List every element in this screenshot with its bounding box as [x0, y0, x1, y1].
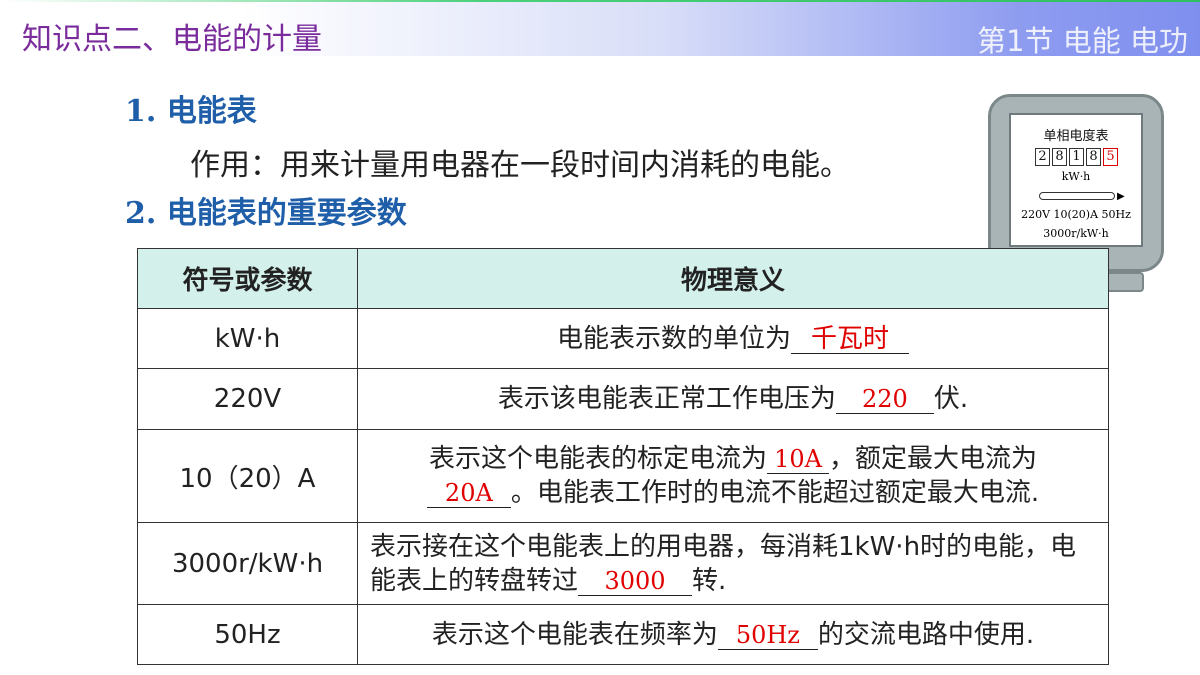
table-row: 50Hz 表示这个电能表在频率为 50Hz 的交流电路中使用. [137, 604, 1109, 665]
meaning-text-suffix: 。电能表工作时的电流不能超过额定最大电流. [510, 478, 1040, 508]
meter-digit: 1 [1069, 148, 1084, 166]
meaning-cell: 表示该电能表正常工作电压为 220 伏. [357, 368, 1109, 430]
meter-digit: 8 [1086, 148, 1101, 166]
meaning-cell: 表示接在这个电能表上的用电器，每消耗1kW·h时的电能，电能表上的转盘转过 300… [357, 522, 1109, 605]
answer-blank: 220 [835, 385, 934, 414]
meaning-cell: 电能表示数的单位为 千瓦时 [357, 308, 1109, 369]
symbol-cell: 10（20）A [137, 429, 358, 523]
meaning-text: 表示这个电能表的标定电流为 [428, 444, 767, 474]
meaning-text: 电能表示数的单位为 [556, 323, 791, 354]
electric-meter-illustration: 单相电度表 2 8 1 8 5 kW·h ▶ 220V 10(20)A 50Hz… [988, 94, 1164, 272]
answer-blank: 10A [767, 445, 829, 474]
symbol-cell: 50Hz [137, 604, 358, 665]
arrow-right-icon: ▶ [1117, 191, 1125, 202]
answer-blank: 20A [426, 479, 511, 508]
meter-spec-line1: 220V 10(20)A 50Hz [1021, 208, 1131, 221]
meter-title: 单相电度表 [1043, 129, 1109, 144]
meaning-text: 表示该电能表正常工作电压为 [497, 384, 836, 414]
meter-function-description: 作用：用来计量用电器在一段时间内消耗的电能。 [190, 148, 850, 183]
meaning-text-suffix: 伏. [933, 384, 969, 414]
heading-electric-meter: 1. 电能表 [125, 94, 257, 129]
answer-blank: 50Hz [717, 621, 818, 650]
meaning-text-middle: ，额定最大电流为 [829, 444, 1038, 474]
answer-blank: 3000 [578, 567, 693, 596]
meaning-cell: 表示这个电能表的标定电流为 10A ，额定最大电流为 20A 。电能表工作时的电流不能超… [357, 429, 1109, 523]
table-row: 3000r/kW·h 表示接在这个电能表上的用电器，每消耗1kW·h时的电能，电… [137, 522, 1109, 605]
meaning-text: 表示这个电能表在频率为 [431, 619, 718, 650]
table-row: 220V 表示该电能表正常工作电压为 220 伏. [137, 368, 1109, 430]
meter-digits: 2 8 1 8 5 [1035, 148, 1118, 166]
symbol-cell: 3000r/kW·h [137, 522, 358, 605]
meter-spec-line2: 3000r/kW·h [1043, 227, 1109, 240]
meter-rotor-icon [1039, 192, 1115, 200]
page-title: 知识点二、电能的计量 [22, 22, 322, 57]
symbol-cell: 220V [137, 368, 358, 430]
header-bar: 知识点二、电能的计量 第1节 电能 电功 [0, 0, 1200, 58]
header-accent-line [0, 0, 1200, 2]
column-header-symbol: 符号或参数 [137, 248, 358, 309]
symbol-cell: kW·h [137, 308, 358, 369]
meter-face: 单相电度表 2 8 1 8 5 kW·h ▶ 220V 10(20)A 50Hz… [1009, 113, 1143, 247]
meaning-text-suffix: 的交流电路中使用. [817, 619, 1035, 650]
table-row: 10（20）A 表示这个电能表的标定电流为 10A ，额定最大电流为 20A 。电能表工… [137, 429, 1109, 523]
meter-unit: kW·h [1061, 170, 1091, 183]
answer-blank: 千瓦时 [791, 325, 909, 354]
column-header-meaning: 物理意义 [357, 248, 1109, 309]
parameter-table: 符号或参数 物理意义 kW·h 电能表示数的单位为 千瓦时 220V 表示该电能表… [137, 248, 1109, 665]
meter-digit: 2 [1035, 148, 1050, 166]
meaning-cell: 表示这个电能表在频率为 50Hz 的交流电路中使用. [357, 604, 1109, 665]
table-header-row: 符号或参数 物理意义 [137, 248, 1109, 309]
table-row: kW·h 电能表示数的单位为 千瓦时 [137, 308, 1109, 369]
section-title: 第1节 电能 电功 [977, 24, 1188, 58]
meter-digit: 8 [1052, 148, 1067, 166]
meaning-text-suffix: 转. [692, 565, 727, 596]
heading-meter-parameters: 2. 电能表的重要参数 [125, 196, 407, 231]
meter-digit-decimal: 5 [1103, 148, 1118, 166]
